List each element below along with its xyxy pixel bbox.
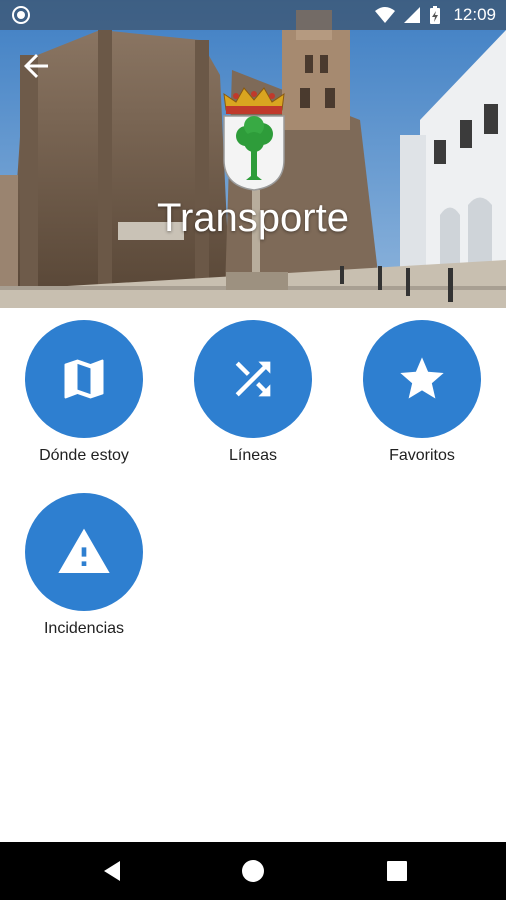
nav-back-icon[interactable] (100, 859, 124, 883)
tile-favoritos[interactable]: Favoritos (338, 308, 506, 478)
map-icon (64, 359, 104, 399)
map-button[interactable] (25, 320, 143, 438)
clock: 12:09 (453, 5, 496, 24)
cellular-signal-icon (404, 7, 421, 23)
warning-button[interactable] (25, 493, 143, 611)
page-title: Transporte (157, 196, 349, 240)
notification-icon (12, 6, 30, 24)
battery-charging-icon (430, 6, 441, 24)
wifi-icon (375, 7, 396, 23)
tile-lineas[interactable]: Líneas (169, 308, 337, 478)
navigation-bar (0, 842, 506, 900)
tile-incidencias[interactable]: Incidencias (0, 481, 168, 651)
nav-home-icon[interactable] (241, 859, 265, 883)
tile-label: Incidencias (43, 620, 125, 637)
coat-of-arms-logo (223, 87, 285, 191)
shuffle-button[interactable] (194, 320, 312, 438)
warning-icon (58, 528, 110, 573)
status-bar: 12:09 (0, 0, 506, 30)
tile-donde-estoy[interactable]: Dónde estoy (0, 308, 168, 478)
back-button[interactable] (18, 48, 54, 84)
star-button[interactable] (363, 320, 481, 438)
tile-label: Favoritos (389, 447, 455, 464)
tile-label: Dónde estoy (39, 447, 129, 464)
header-image: Transporte (0, 0, 506, 308)
star-icon (400, 357, 444, 399)
shuffle-icon (235, 361, 271, 397)
nav-recents-icon[interactable] (385, 859, 409, 883)
tile-label: Líneas (228, 447, 278, 464)
arrow-back-icon (24, 54, 48, 78)
